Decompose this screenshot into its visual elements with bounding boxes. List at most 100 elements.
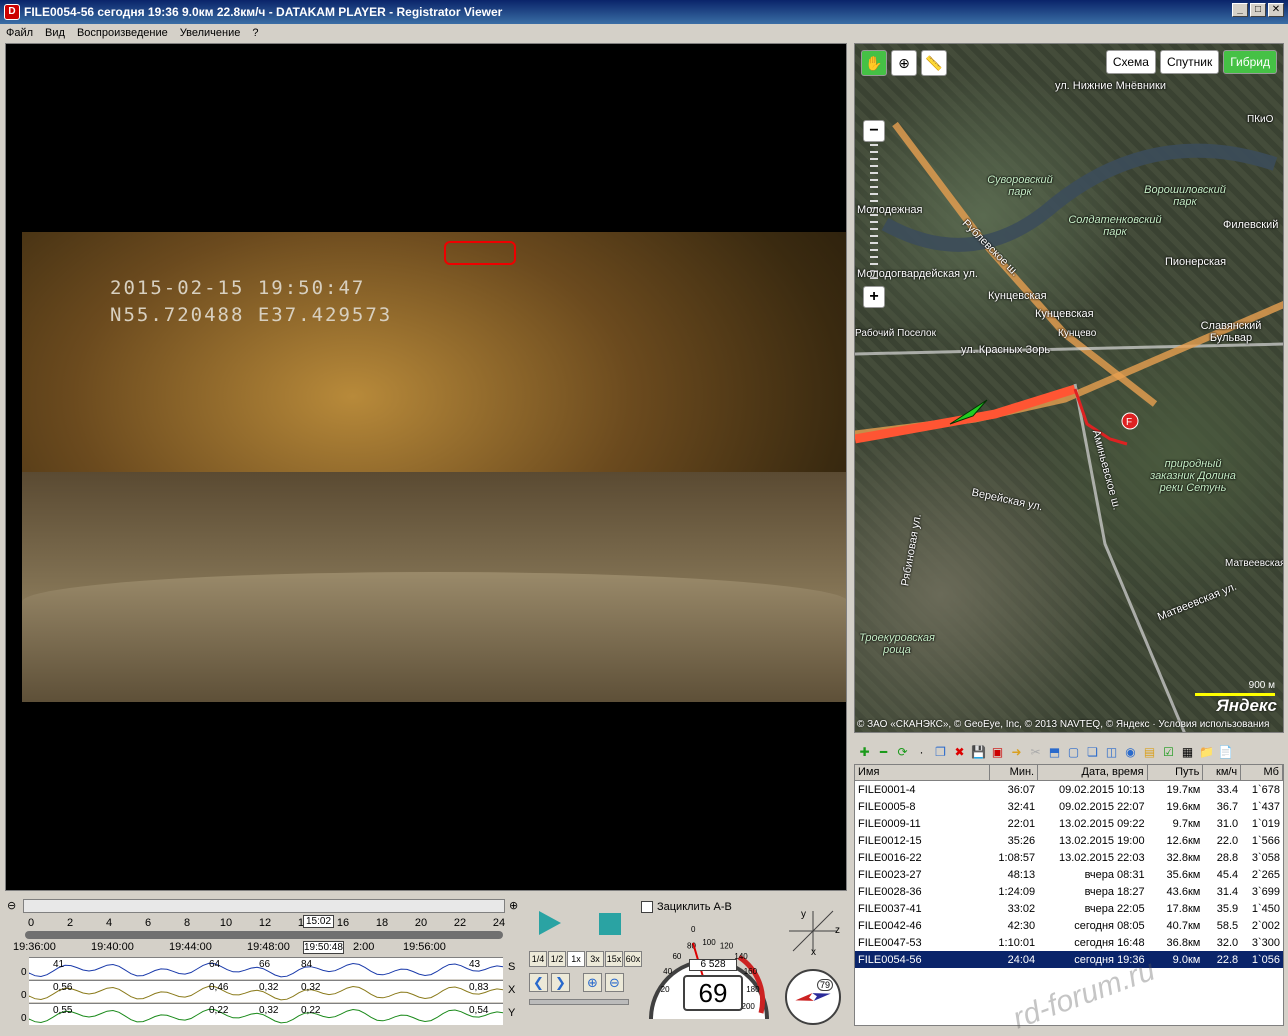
cell-name: FILE0009-11 — [858, 817, 921, 830]
windows-icon[interactable]: ❏ — [1084, 744, 1101, 761]
speed-button[interactable]: 1x — [567, 951, 585, 967]
maximize-button[interactable]: □ — [1250, 3, 1266, 17]
speed-button[interactable]: 3x — [586, 951, 604, 967]
zoom-in-button[interactable]: + — [863, 286, 885, 308]
loop-ab-checkbox[interactable]: Зациклить А-В — [641, 901, 732, 913]
speed-button[interactable]: 15x — [605, 951, 623, 967]
col-name[interactable]: Имя — [855, 765, 991, 780]
image-icon[interactable]: ▤ — [1141, 744, 1158, 761]
timeline-bar[interactable] — [25, 931, 503, 939]
zoom-out-button[interactable]: − — [863, 120, 885, 142]
table-row[interactable]: FILE0012-15 35:26 13.02.2015 19:00 12.6км 22… — [855, 832, 1283, 849]
cell-speed: 28.8 — [1216, 851, 1239, 864]
yandex-logo: Яндекс — [1216, 696, 1277, 715]
folder-icon[interactable]: 📁 — [1198, 744, 1215, 761]
table-row[interactable]: FILE0005-8 32:41 09.02.2015 22:07 19.6км 36.… — [855, 798, 1283, 815]
map-mode-scheme[interactable]: Схема — [1105, 50, 1156, 74]
table-row[interactable]: FILE0028-36 1:24:09 вчера 18:27 43.6км 31.4 3… — [855, 883, 1283, 900]
col-datetime[interactable]: Дата, время — [1038, 765, 1148, 780]
window-icon[interactable]: ▢ — [1065, 744, 1082, 761]
map-mode-satellite[interactable]: Спутник — [1159, 50, 1220, 74]
film-icon[interactable]: ▦ — [1179, 744, 1196, 761]
col-min[interactable]: Мин. — [990, 765, 1039, 780]
graph2-zero: 0 — [21, 990, 27, 1001]
table-row[interactable]: FILE0023-27 48:13 вчера 08:31 35.6км 45.4 2`2… — [855, 866, 1283, 883]
speed-button[interactable]: 60x — [624, 951, 642, 967]
menu-file[interactable]: Файл — [6, 27, 33, 39]
zoom-in-video-icon[interactable]: ⊕ — [583, 973, 602, 992]
remove-icon[interactable]: ━ — [875, 744, 892, 761]
table-row[interactable]: FILE0037-41 33:02 вчера 22:05 17.8км 35.9 1`4… — [855, 900, 1283, 917]
minimize-button[interactable]: _ — [1232, 3, 1248, 17]
graph-value: 66 — [259, 959, 271, 970]
col-path[interactable]: Путь — [1148, 765, 1204, 780]
timeline-zoom-out-icon[interactable]: ⊖ — [7, 899, 16, 912]
osd-coordinates: N55.720488 E37.429573 — [110, 304, 393, 326]
timeline-tick: 18 — [375, 917, 389, 929]
export-icon[interactable]: ⬒ — [1046, 744, 1063, 761]
copy-icon[interactable]: ❐ — [932, 744, 949, 761]
add-icon[interactable]: ✚ — [856, 744, 873, 761]
next-icon[interactable]: ❯ — [551, 973, 570, 992]
prev-icon[interactable]: ❮ — [529, 973, 548, 992]
timeline-zoom-in-icon[interactable]: ⊕ — [509, 899, 518, 912]
delete-icon[interactable]: ✖ — [951, 744, 968, 761]
hand-tool-icon[interactable]: ✋ — [861, 50, 887, 76]
gauge-zero: 0 — [691, 925, 696, 934]
compass-heading: 79 — [817, 979, 834, 991]
ruler-icon[interactable]: 📏 — [921, 50, 947, 76]
timeline-scrollbar[interactable] — [23, 899, 505, 913]
cell-size: 3`300 — [1251, 936, 1280, 949]
menu-help[interactable]: ? — [252, 27, 258, 39]
loop-checkbox-box[interactable] — [641, 901, 653, 913]
table-row[interactable]: FILE0016-22 1:08:57 13.02.2015 22:03 32.8км… — [855, 849, 1283, 866]
video-panel[interactable]: 2015-02-15 19:50:47 N55.720488 E37.42957… — [5, 43, 847, 891]
table-row[interactable]: FILE0042-46 42:30 сегодня 08:05 40.7км 58.5 2… — [855, 917, 1283, 934]
graph-value: 0,54 — [469, 1005, 489, 1016]
table-row[interactable]: FILE0054-56 24:04 сегодня 19:36 9.0км 22.8 1`… — [855, 951, 1283, 968]
cell-datetime: сегодня 08:05 — [1074, 919, 1145, 932]
table-row[interactable]: FILE0047-53 1:10:01 сегодня 16:48 36.8км 32.… — [855, 934, 1283, 951]
tile-icon[interactable]: ◫ — [1103, 744, 1120, 761]
map-panel[interactable]: F ✋ ⊕ 📏 Схема Спутник Гибрид − + ул. Ниж… — [854, 43, 1284, 733]
zoom-area-icon[interactable]: ⊕ — [891, 50, 917, 76]
cell-speed: 36.7 — [1216, 800, 1239, 813]
zoom-out-video-icon[interactable]: ⊖ — [605, 973, 624, 992]
cell-speed: 31.0 — [1216, 817, 1239, 830]
document-icon[interactable]: 📄 — [1217, 744, 1234, 761]
graph-value: 64 — [209, 959, 221, 970]
volume-slider[interactable] — [529, 999, 629, 1005]
check-icon[interactable]: ☑ — [1160, 744, 1177, 761]
globe-icon[interactable]: ◉ — [1122, 744, 1139, 761]
accel-x-graph[interactable]: 0,56 0,46 0,32 0,32 0,83 — [29, 980, 503, 1002]
menu-zoom[interactable]: Увеличение — [180, 27, 241, 39]
close-button[interactable]: ✕ — [1268, 3, 1284, 17]
col-speed[interactable]: км/ч — [1203, 765, 1242, 780]
cut-icon[interactable]: ✂ — [1027, 744, 1044, 761]
timeline-tick: 2 — [66, 917, 74, 929]
graph-value: 0,83 — [469, 982, 489, 993]
graph-axis-y: Y — [508, 1007, 516, 1019]
arrow-icon[interactable]: ➜ — [1008, 744, 1025, 761]
table-row[interactable]: FILE0001-4 36:07 09.02.2015 10:13 19.7км 33.… — [855, 781, 1283, 798]
table-row[interactable]: FILE0009-11 22:01 13.02.2015 09:22 9.7км 31.… — [855, 815, 1283, 832]
map-copyright[interactable]: © ЗАО «СКАНЭКС», © GeoEye, Inc, © 2013 N… — [857, 719, 1269, 730]
refresh-icon[interactable]: ⟳ — [894, 744, 911, 761]
save-icon[interactable]: 💾 — [970, 744, 987, 761]
accel-y-graph[interactable]: 0,55 0,22 0,32 0,22 0,54 — [29, 1003, 503, 1025]
camera-icon[interactable]: ▣ — [989, 744, 1006, 761]
map-label: Кунцевская — [988, 290, 1047, 302]
stop-icon[interactable] — [599, 913, 621, 935]
speed-button[interactable]: 1/4 — [529, 951, 547, 967]
speed-graph[interactable]: 41 64 66 84 43 — [29, 957, 503, 979]
cell-speed: 31.4 — [1216, 885, 1239, 898]
cell-path: 9.7км — [1172, 817, 1201, 830]
col-size[interactable]: Мб — [1241, 765, 1283, 780]
timeline-time: 19:40:00 — [91, 941, 134, 953]
cell-datetime: 13.02.2015 09:22 — [1058, 817, 1145, 830]
menu-playback[interactable]: Воспроизведение — [77, 27, 168, 39]
speed-button[interactable]: 1/2 — [548, 951, 566, 967]
map-mode-hybrid[interactable]: Гибрид — [1223, 50, 1277, 74]
play-icon[interactable] — [539, 911, 561, 935]
menu-view[interactable]: Вид — [45, 27, 65, 39]
